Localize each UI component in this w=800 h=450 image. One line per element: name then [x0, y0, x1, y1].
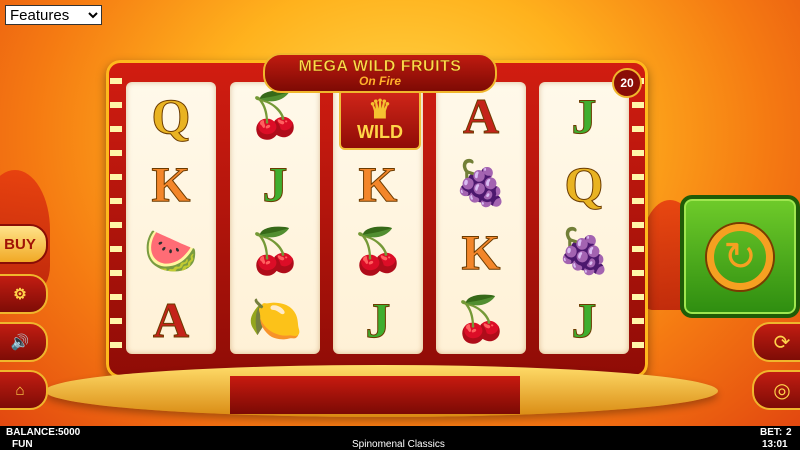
symbol-j: J: [262, 156, 288, 213]
status-bar: BALANCE: 5000 FUN BET: 2 Spinomenal Clas…: [0, 426, 800, 450]
symbol-cherry: 🍒: [247, 227, 303, 276]
symbol-grapes: 🍇: [556, 227, 612, 276]
refresh-icon: ⟳: [773, 331, 791, 354]
buy-button[interactable]: BUY: [0, 224, 48, 264]
clock: 13:01: [762, 439, 788, 450]
provider-label: Spinomenal Classics: [352, 439, 445, 450]
frame-lights-left: [110, 78, 122, 364]
reel-1: Q K 🍉 A: [126, 82, 216, 354]
bet-button[interactable]: ◎: [752, 370, 800, 410]
symbol-cherry: 🍒: [350, 227, 406, 276]
sound-button[interactable]: 🔊: [0, 322, 48, 362]
gear-icon: ⚙: [13, 286, 27, 303]
symbol-a: A: [152, 292, 190, 349]
home-button[interactable]: ⌂: [0, 370, 48, 410]
symbol-q: Q: [151, 88, 191, 145]
reel-3: ♛ WILD K 🍒 J: [333, 82, 423, 354]
speaker-icon: 🔊: [10, 334, 30, 351]
spin-icon: ↻: [707, 223, 773, 290]
mode-label: FUN: [12, 439, 33, 450]
symbol-lemon: 🍋: [247, 295, 303, 344]
symbol-j: J: [571, 292, 597, 349]
balance-value: 5000: [58, 427, 81, 438]
home-icon: ⌂: [15, 381, 25, 399]
symbol-watermelon: 🍉: [143, 227, 199, 276]
balance-label: BALANCE:: [6, 427, 59, 438]
symbol-grapes: 🍇: [453, 159, 509, 208]
logo-subtitle: On Fire: [358, 74, 401, 88]
coins-icon: ◎: [773, 379, 791, 402]
symbol-k: K: [151, 156, 191, 213]
reel-5: J Q 🍇 J: [539, 82, 629, 354]
reel-2: 🍒 J 🍒 🍋: [230, 82, 320, 354]
spin-button[interactable]: ↻: [680, 195, 800, 318]
frame-lights-right: [632, 78, 644, 364]
crown-icon: ♛: [368, 93, 392, 124]
bet-value: 2: [786, 427, 792, 438]
paylines-badge: 20: [612, 68, 642, 98]
symbol-cherry: 🍒: [453, 295, 509, 344]
reel-4: A 🍇 K 🍒: [436, 82, 526, 354]
bet-label: BET:: [760, 427, 783, 438]
game-logo: MEGA WILD FRUITS On Fire: [263, 53, 497, 93]
settings-button[interactable]: ⚙: [0, 274, 48, 314]
symbol-j: J: [365, 292, 391, 349]
autoplay-button[interactable]: ⟳: [752, 322, 800, 362]
features-select[interactable]: Features: [5, 5, 102, 25]
symbol-k: K: [358, 156, 398, 213]
stage-center: [230, 376, 520, 414]
symbol-k: K: [461, 224, 501, 281]
symbol-q: Q: [564, 156, 604, 213]
